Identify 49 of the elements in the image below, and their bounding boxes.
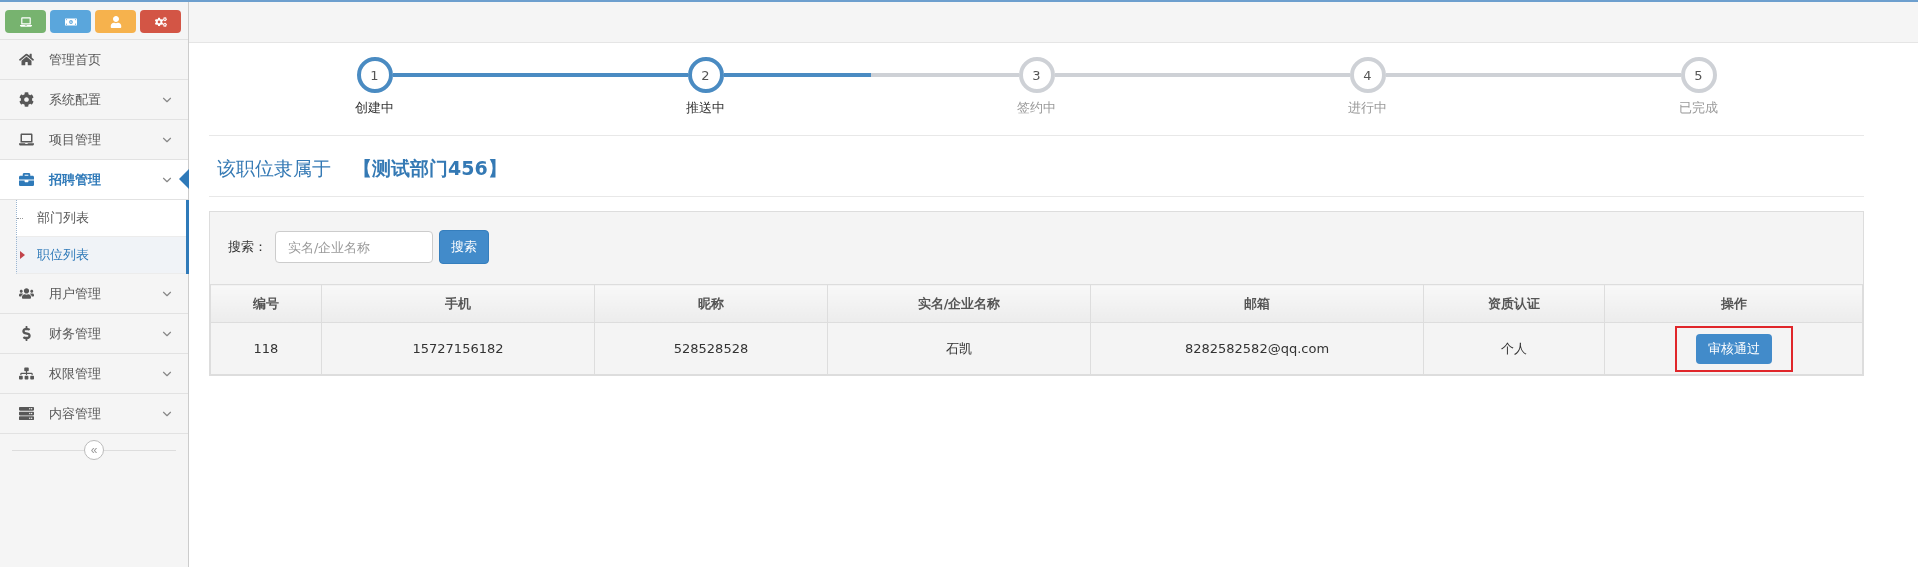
table-cell: 118	[210, 322, 322, 375]
step-circle: 2	[687, 57, 724, 93]
search-button[interactable]: 搜索	[439, 230, 489, 264]
users-icon	[18, 286, 34, 301]
shortcut-button[interactable]	[140, 10, 181, 33]
gear-icon	[18, 92, 34, 107]
server-icon	[18, 406, 34, 421]
sidebar-item[interactable]: 招聘管理	[0, 160, 188, 200]
table-cell: 8282582582@qq.com	[1090, 322, 1424, 375]
table-cell: 15727156182	[321, 322, 595, 375]
column-header: 昵称	[594, 284, 828, 323]
column-header: 操作	[1604, 284, 1863, 323]
money-icon	[64, 15, 77, 28]
gears-icon	[154, 15, 167, 28]
table-cell: 528528528	[594, 322, 828, 375]
step-label: 已完成	[1679, 99, 1718, 117]
department-name: 【测试部门456】	[353, 156, 507, 181]
approve-button[interactable]: 审核通过	[1695, 333, 1772, 364]
step-label: 签约中	[1017, 99, 1056, 117]
home-icon	[18, 52, 34, 67]
column-header: 手机	[321, 284, 595, 323]
step-circle: 4	[1349, 57, 1386, 93]
column-header: 资质认证	[1423, 284, 1605, 323]
column-header: 实名/企业名称	[827, 284, 1091, 323]
laptop-icon	[18, 132, 34, 147]
column-header: 编号	[210, 284, 322, 323]
submenu-item[interactable]: 部门列表	[16, 200, 186, 237]
step-label: 进行中	[1348, 99, 1387, 117]
briefcase-icon	[18, 172, 34, 187]
search-field[interactable]: 实名/企业名称	[275, 231, 433, 263]
heading-text: 该职位隶属于	[217, 156, 331, 181]
shortcut-button[interactable]	[50, 10, 91, 33]
submenu-item[interactable]: 职位列表	[16, 237, 186, 274]
step-circle: 1	[356, 57, 393, 93]
search-label: 搜索：	[228, 238, 267, 256]
caret-icon	[20, 251, 25, 259]
shortcut-button[interactable]	[5, 10, 46, 33]
step-circle: 5	[1680, 57, 1717, 93]
sitemap-icon	[18, 366, 34, 381]
table-cell: 石凯	[827, 322, 1091, 375]
table-cell: 个人	[1423, 322, 1605, 375]
laptop-icon	[19, 15, 32, 28]
step-label: 创建中	[355, 99, 394, 117]
user-icon	[109, 15, 122, 28]
step-circle: 3	[1018, 57, 1055, 93]
column-header: 邮箱	[1090, 284, 1424, 323]
active-pointer-icon	[179, 169, 189, 189]
shortcut-button[interactable]	[95, 10, 136, 33]
step-label: 推送中	[686, 99, 725, 117]
